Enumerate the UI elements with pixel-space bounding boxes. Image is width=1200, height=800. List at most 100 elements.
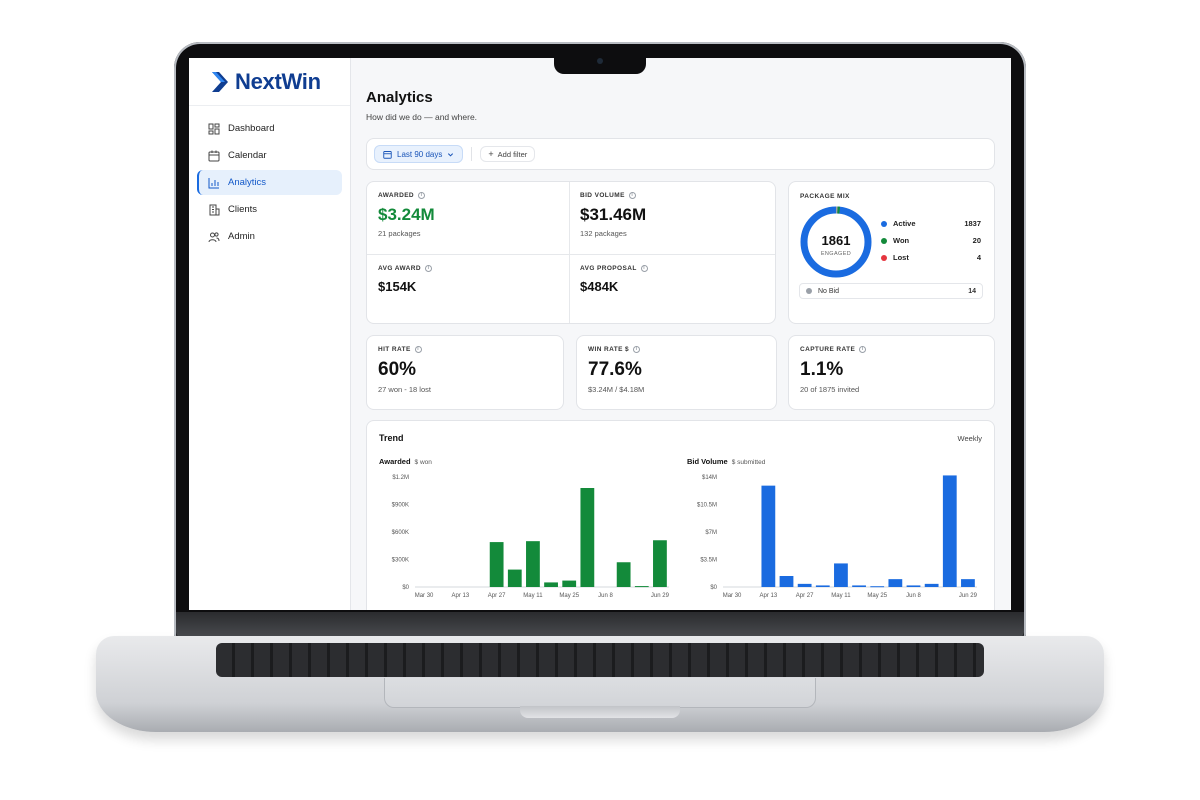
date-range-label: Last 90 days (397, 149, 443, 159)
x-tick-label: Mar 30 (723, 593, 742, 599)
y-tick-label: $1.2M (392, 475, 409, 481)
bar-may-4[interactable] (815, 585, 830, 587)
bar-apr-27[interactable] (489, 542, 504, 587)
users-icon (208, 231, 220, 242)
y-tick-label: $600K (392, 530, 409, 536)
legend-label: Lost (893, 253, 909, 262)
bar-may-18[interactable] (852, 585, 866, 587)
y-tick-label: $900K (392, 503, 409, 509)
chevron-down-icon (448, 152, 454, 157)
laptop-mockup: NextWin Dashboard Calendar Analytics Cli… (0, 0, 1200, 800)
date-range-dropdown[interactable]: Last 90 days (374, 145, 464, 163)
kpi-label: WIN RATE $ (588, 346, 630, 353)
brand-name: NextWin (235, 68, 321, 94)
sidebar-item-calendar[interactable]: Calendar (197, 143, 342, 168)
y-tick-label: $14M (702, 475, 717, 481)
awarded-bar-chart: $0 $300K $600K $900K $1.2M Mar 30 Apr 13 Apr 27… (392, 475, 670, 599)
kpi-capture-rate: CAPTURE RATE i 1.1% 20 of 1875 invited (788, 335, 995, 410)
bar-jun-15[interactable] (616, 562, 631, 587)
legend-won: Won 20 (881, 236, 981, 245)
x-tick-label: May 11 (523, 593, 543, 599)
sidebar-item-label: Clients (228, 204, 258, 215)
bar-may-4[interactable] (507, 569, 522, 587)
sidebar: NextWin Dashboard Calendar Analytics Cli… (189, 58, 351, 610)
trend-period[interactable]: Weekly (958, 434, 982, 443)
x-tick-label: May 25 (559, 593, 579, 599)
kpi-value: $154K (378, 279, 417, 294)
info-icon[interactable]: i (640, 265, 648, 272)
chart-title: Bid Volume (687, 457, 728, 466)
sidebar-item-label: Calendar (228, 150, 267, 161)
legend-label: No Bid (818, 287, 840, 295)
kpi-win-rate: WIN RATE $ i 77.6% $3.24M / $4.18M (576, 335, 777, 410)
brand-logo[interactable]: NextWin (189, 58, 350, 106)
info-icon[interactable]: i (418, 192, 426, 199)
awarded-chart-header: Awarded $ won (379, 457, 432, 466)
kpi-value: $3.24M (378, 205, 435, 224)
x-tick-label: Mar 30 (415, 593, 434, 599)
bid-volume-chart-header: Bid Volume $ submitted (687, 457, 765, 466)
legend-active: Active 1837 (881, 219, 981, 228)
sidebar-item-admin[interactable]: Admin (197, 224, 342, 249)
kpi-grid-card: AWARDED i $3.24M 21 packages BID VOLUME i … (366, 181, 776, 324)
trend-card: Trend Weekly Awarded $ won Bid Volume $ su… (366, 420, 995, 610)
bar-apr-27[interactable] (797, 583, 812, 587)
bar-apr-13[interactable] (761, 485, 776, 587)
kpi-value: 60% (378, 359, 417, 380)
bar-jun-1[interactable] (580, 488, 595, 587)
dashboard-icon (208, 123, 220, 134)
kpi-value: $31.46M (580, 205, 647, 224)
package-mix-donut: 1861 ENGAGED (800, 206, 872, 278)
bar-jun-1[interactable] (888, 579, 903, 587)
info-icon[interactable]: i (424, 265, 432, 272)
x-tick-label: Jun 8 (598, 593, 613, 599)
y-tick-label: $3.5M (700, 558, 717, 564)
kpi-avg-proposal: AVG PROPOSAL i $484K (569, 255, 659, 304)
x-tick-label: Apr 27 (488, 593, 506, 599)
kpi-sub: 132 packages (580, 229, 627, 238)
kpi-sub: $3.24M / $4.18M (588, 385, 645, 394)
x-tick-label: Apr 13 (760, 593, 778, 599)
donut-total-label: ENGAGED (821, 251, 851, 257)
sidebar-item-analytics[interactable]: Analytics (197, 170, 342, 195)
bar-jun-8[interactable] (906, 585, 921, 587)
y-tick-label: $7M (705, 530, 717, 536)
kpi-label: AVG AWARD (378, 265, 421, 272)
y-tick-label: $10.5M (697, 503, 717, 509)
bar-jun-15[interactable] (924, 583, 939, 587)
info-icon[interactable]: i (414, 346, 422, 353)
legend-count: 1837 (964, 219, 981, 228)
bar-jun-22[interactable] (634, 586, 649, 588)
sidebar-item-clients[interactable]: Clients (197, 197, 342, 222)
trend-title: Trend (379, 433, 404, 443)
chevron-logo-icon (212, 71, 228, 92)
plus-icon: + (488, 149, 494, 159)
legend-dot (881, 237, 887, 244)
filter-bar: Last 90 days + Add filter (366, 138, 995, 170)
bar-may-11[interactable] (526, 541, 540, 587)
kpi-label: BID VOLUME (580, 192, 625, 199)
sidebar-item-label: Admin (228, 231, 255, 242)
bar-jun-29[interactable] (653, 540, 667, 587)
bar-may-25[interactable] (870, 586, 885, 588)
bar-may-11[interactable] (834, 563, 848, 587)
kpi-label: AWARDED (378, 192, 415, 199)
y-tick-label: $0 (710, 585, 717, 591)
bid-volume-bar-chart: $0 $3.5M $7M $10.5M $14M Mar 30 Apr 13 Apr 27 Ma… (697, 475, 978, 599)
bar-jun-22[interactable] (942, 475, 957, 587)
add-filter-button[interactable]: + Add filter (480, 146, 536, 162)
sidebar-item-dashboard[interactable]: Dashboard (197, 116, 342, 141)
camera-notch (554, 54, 646, 74)
kpi-sub: 27 won - 18 lost (378, 385, 431, 394)
bar-may-25[interactable] (562, 580, 577, 587)
info-icon[interactable]: i (859, 346, 867, 353)
bar-apr-20[interactable] (779, 576, 794, 587)
bar-jun-29[interactable] (961, 579, 975, 587)
info-icon[interactable]: i (628, 192, 636, 199)
kpi-hit-rate: HIT RATE i 60% 27 won - 18 lost (366, 335, 564, 410)
bar-may-18[interactable] (544, 582, 558, 587)
trackpad (384, 678, 816, 708)
info-icon[interactable]: i (633, 346, 641, 353)
kpi-sub: 21 packages (378, 229, 421, 238)
divider (471, 147, 473, 161)
